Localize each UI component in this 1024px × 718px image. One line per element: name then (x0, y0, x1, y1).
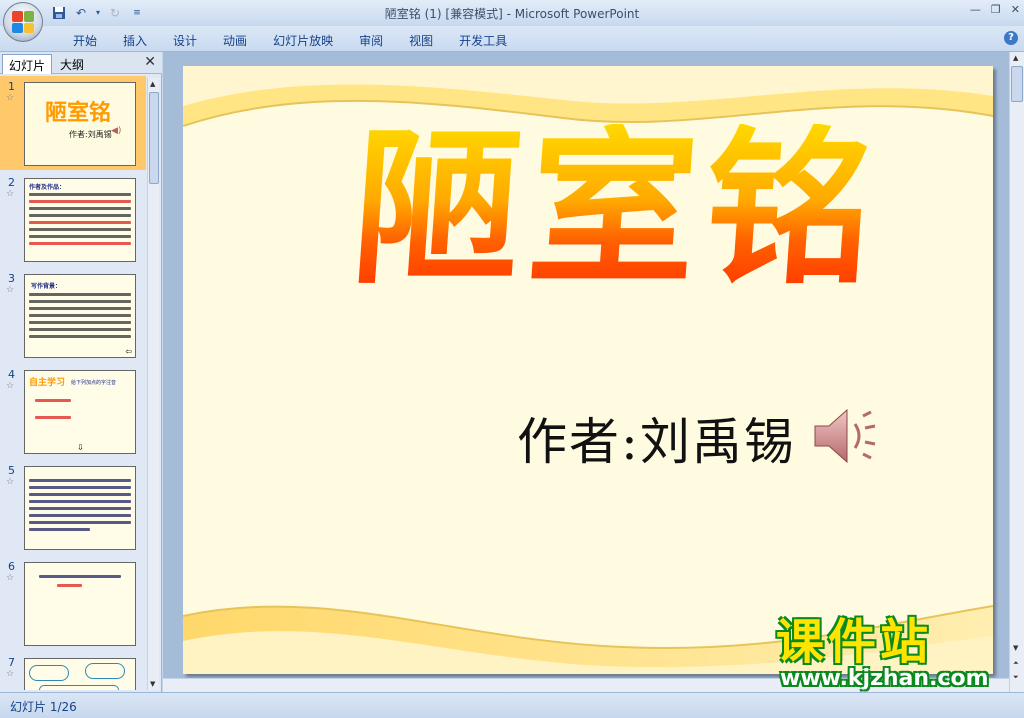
thumb-title: 陋室铭 (45, 100, 112, 126)
watermark: 课件站 www.kjzhan.com (776, 618, 1004, 694)
animation-star-icon: ☆ (6, 477, 15, 487)
scroll-up-icon[interactable]: ▲ (1013, 54, 1018, 62)
slide-thumbnail-6[interactable]: 6 ☆ (0, 556, 146, 650)
slides-panel: 幻灯片 大纲 ✕ 1 ☆ 陋室铭 作者:刘禹锡 ◀) 2 ☆ 作者及作品： 3 … (0, 52, 162, 692)
tab-insert[interactable]: 插入 (110, 30, 160, 51)
speaker-icon[interactable] (811, 406, 885, 466)
ribbon: 开始 插入 设计 动画 幻灯片放映 审阅 视图 开发工具 ? (0, 26, 1024, 52)
slide-number: 4 (8, 368, 15, 381)
help-icon[interactable]: ? (1004, 31, 1018, 45)
thumbnail-preview (24, 562, 136, 646)
slide-thumbnail-5[interactable]: 5 ☆ (0, 460, 146, 554)
thumbnail-preview (24, 658, 136, 690)
scroll-thumb[interactable] (149, 92, 159, 184)
thumb-nav-arrow-icon: ⇦ (125, 347, 132, 356)
tab-slides[interactable]: 幻灯片 (2, 54, 53, 74)
thumbnail-preview: 作者及作品： (24, 178, 136, 262)
thumb-speaker-icon: ◀) (111, 126, 122, 136)
ribbon-tabs: 开始 插入 设计 动画 幻灯片放映 审阅 视图 开发工具 (60, 30, 520, 51)
status-bar: 幻灯片 1/26 (0, 692, 1024, 718)
tab-review[interactable]: 审阅 (346, 30, 396, 51)
slide-scrollbar[interactable]: ▲ ▼ ⏶ ⏷ (1009, 52, 1024, 692)
slide-title[interactable]: 陋室铭 (346, 109, 888, 307)
animation-star-icon: ☆ (6, 573, 15, 583)
tab-design[interactable]: 设计 (160, 30, 210, 51)
watermark-text: 课件站 (776, 614, 933, 670)
tab-view[interactable]: 视图 (396, 30, 446, 51)
slide-thumbnail-2[interactable]: 2 ☆ 作者及作品： (0, 172, 146, 266)
thumbnail-preview (24, 466, 136, 550)
panel-tabs: 幻灯片 大纲 ✕ (0, 52, 162, 74)
restore-icon[interactable]: ❐ (991, 3, 1001, 16)
slide-thumbnail-1[interactable]: 1 ☆ 陋室铭 作者:刘禹锡 ◀) (0, 76, 146, 170)
thumb-heading: 自主学习 (29, 378, 66, 388)
office-logo-icon (12, 11, 34, 33)
scroll-thumb[interactable] (1011, 66, 1023, 102)
scroll-up-icon[interactable]: ▲ (150, 80, 155, 88)
slide-number: 6 (8, 560, 15, 573)
current-slide[interactable]: 陋室铭 作者:刘禹锡 (183, 66, 993, 674)
thumbnail-scrollbar[interactable]: ▲ ▼ (147, 78, 159, 690)
thumb-heading: 作者及作品： (29, 184, 66, 191)
window-title: 陋室铭 (1) [兼容模式] - Microsoft PowerPoint (384, 7, 640, 21)
tab-slideshow[interactable]: 幻灯片放映 (260, 30, 346, 51)
close-icon[interactable]: ✕ (1011, 3, 1020, 16)
slide-edit-area: 陋室铭 作者:刘禹锡 ▲ ▼ ⏶ ⏷ (163, 52, 1024, 692)
slide-number: 2 (8, 176, 15, 189)
window-controls: — ❐ ✕ (970, 3, 1020, 16)
thumb-nav-arrow-icon: ⇩ (77, 443, 84, 452)
slide-thumbnail-7[interactable]: 7 ☆ (0, 652, 146, 690)
previous-slide-icon[interactable]: ⏶ (1013, 659, 1019, 668)
animation-star-icon: ☆ (6, 93, 15, 103)
scroll-down-icon[interactable]: ▼ (1013, 644, 1018, 652)
next-slide-icon[interactable]: ⏷ (1013, 673, 1019, 682)
slide-number: 5 (8, 464, 15, 477)
thumbnail-list: 1 ☆ 陋室铭 作者:刘禹锡 ◀) 2 ☆ 作者及作品： 3 ☆ 写作背景： ⇦… (0, 76, 146, 690)
thumbnail-preview: 写作背景： ⇦ (24, 274, 136, 358)
slide-author[interactable]: 作者:刘禹锡 (517, 402, 796, 474)
close-panel-icon[interactable]: ✕ (144, 54, 156, 70)
tab-home[interactable]: 开始 (60, 30, 110, 51)
title-bar: ↶ ▾ ↻ ≡ 陋室铭 (1) [兼容模式] - Microsoft Power… (0, 0, 1024, 26)
animation-star-icon: ☆ (6, 189, 15, 199)
minimize-icon[interactable]: — (970, 3, 981, 16)
office-button[interactable] (3, 2, 43, 42)
thumbnail-preview: 陋室铭 作者:刘禹锡 ◀) (24, 82, 136, 166)
slide-thumbnail-4[interactable]: 4 ☆ 自主学习 给下列加点的字注音 ⇩ (0, 364, 146, 458)
tab-developer[interactable]: 开发工具 (446, 30, 520, 51)
tab-outline[interactable]: 大纲 (54, 54, 90, 74)
slide-number: 3 (8, 272, 15, 285)
tab-animations[interactable]: 动画 (210, 30, 260, 51)
animation-star-icon: ☆ (6, 669, 15, 679)
thumb-subheading: 给下列加点的字注音 (71, 380, 117, 386)
slide-number: 1 (8, 80, 15, 93)
watermark-url: www.kjzhan.com (780, 666, 989, 691)
thumb-heading: 写作背景： (31, 283, 62, 290)
scroll-down-icon[interactable]: ▼ (150, 680, 155, 688)
slide-number: 7 (8, 656, 15, 669)
animation-star-icon: ☆ (6, 285, 15, 295)
thumb-author: 作者:刘禹锡 (69, 130, 112, 139)
slide-counter: 幻灯片 1/26 (10, 700, 77, 714)
slide-thumbnail-3[interactable]: 3 ☆ 写作背景： ⇦ (0, 268, 146, 362)
animation-star-icon: ☆ (6, 381, 15, 391)
thumbnail-preview: 自主学习 给下列加点的字注音 ⇩ (24, 370, 136, 454)
